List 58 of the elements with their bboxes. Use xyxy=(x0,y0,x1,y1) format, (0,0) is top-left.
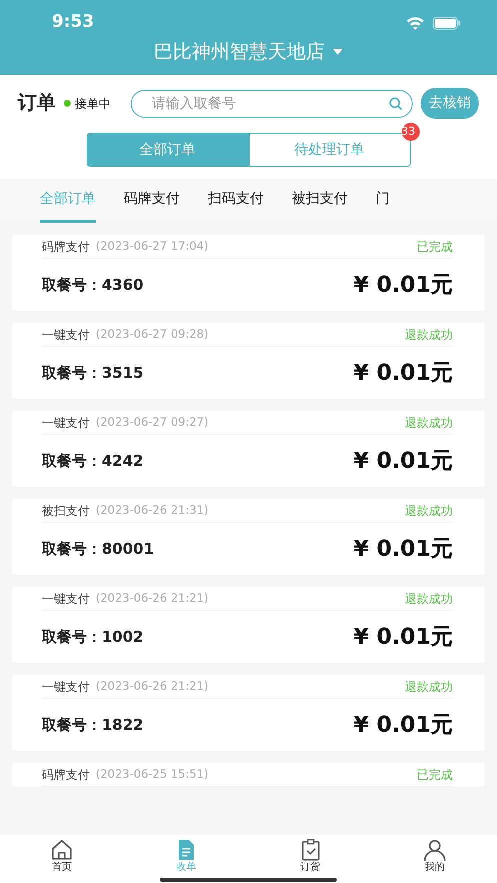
order-card[interactable]: 一键支付 (2023-06-26 21:21) 退款成功 取餐号：1002 ¥ 0.01元 xyxy=(12,587,485,663)
pickup-number: 取餐号：80001 xyxy=(42,538,154,560)
order-card[interactable]: 码牌支付 (2023-06-27 17:04) 已完成 取餐号：4360 ¥ 0.01元 xyxy=(12,235,485,311)
pickup-number: 取餐号：4242 xyxy=(42,450,144,472)
nav-item[interactable]: 首页 xyxy=(0,835,124,875)
order-time: (2023-06-27 09:27) xyxy=(96,414,209,431)
order-card[interactable]: 一键支付 (2023-06-26 21:21) 退款成功 取餐号：1822 ¥ 0.01元 xyxy=(12,675,485,751)
order-amount: ¥ 0.01元 xyxy=(354,536,453,564)
payment-method: 一键支付 xyxy=(42,414,90,432)
order-card[interactable]: 被扫支付 (2023-06-26 21:31) 退款成功 取餐号：80001 ¥ 0.01元 xyxy=(12,499,485,575)
pickup-number: 取餐号：3515 xyxy=(42,362,144,384)
order-time: (2023-06-26 21:21) xyxy=(96,678,209,695)
filter-tab[interactable]: 扫码支付 xyxy=(208,189,264,223)
order-status: 已完成 xyxy=(417,238,453,256)
order-status: 退款成功 xyxy=(405,678,453,696)
order-time: (2023-06-27 17:04) xyxy=(96,238,209,255)
order-time: (2023-06-26 21:21) xyxy=(96,590,209,607)
order-time: (2023-06-26 21:31) xyxy=(96,502,209,519)
pickup-number: 取餐号：1002 xyxy=(42,626,144,648)
filter-tab[interactable]: 门 xyxy=(376,189,390,223)
nav-item[interactable]: 我的 xyxy=(372,835,497,875)
order-time: (2023-06-25 15:51) xyxy=(96,766,209,783)
order-amount: ¥ 0.01元 xyxy=(354,624,453,652)
payment-method: 一键支付 xyxy=(42,590,90,608)
filter-tab[interactable]: 码牌支付 xyxy=(124,189,180,223)
status-label: 接单中 xyxy=(75,96,111,112)
filter-tab[interactable]: 被扫支付 xyxy=(292,189,348,223)
search-field[interactable]: 请输入取餐号 xyxy=(131,90,413,118)
order-card[interactable]: 码牌支付 (2023-06-25 15:51) 已完成 xyxy=(12,763,485,787)
payment-method: 一键支付 xyxy=(42,678,90,696)
pickup-number: 取餐号：1822 xyxy=(42,714,144,736)
order-status: 退款成功 xyxy=(405,326,453,344)
order-status: 退款成功 xyxy=(405,590,453,608)
order-card[interactable]: 一键支付 (2023-06-27 09:27) 退款成功 取餐号：4242 ¥ 0.01元 xyxy=(12,411,485,487)
order-status: 退款成功 xyxy=(405,502,453,520)
payment-method: 被扫支付 xyxy=(42,502,90,520)
nav-item[interactable]: 订货 xyxy=(248,835,373,875)
order-card[interactable]: 一键支付 (2023-06-27 09:28) 退款成功 取餐号：3515 ¥ 0.01元 xyxy=(12,323,485,399)
count-badge: 33 xyxy=(402,123,420,141)
page-title: 订单 xyxy=(18,91,56,116)
pickup-number: 取餐号：4360 xyxy=(42,274,144,296)
battery-icon xyxy=(433,16,461,30)
order-amount: ¥ 0.01元 xyxy=(354,360,453,388)
home-icon[interactable] xyxy=(50,838,74,862)
order-status: 已完成 xyxy=(417,766,453,784)
wifi-icon xyxy=(406,16,425,30)
order-status: 退款成功 xyxy=(405,414,453,432)
search-icon[interactable] xyxy=(389,96,403,110)
payment-method: 码牌支付 xyxy=(42,238,90,256)
status-time: 9:53 xyxy=(52,11,94,34)
order-time: (2023-06-27 09:28) xyxy=(96,326,209,343)
order-amount: ¥ 0.01元 xyxy=(354,712,453,740)
order-amount: ¥ 0.01元 xyxy=(354,272,453,300)
person-icon[interactable] xyxy=(422,838,447,862)
payment-method: 一键支付 xyxy=(42,326,90,344)
caret-icon[interactable] xyxy=(333,49,343,56)
order-amount: ¥ 0.01元 xyxy=(354,448,453,476)
payment-method: 码牌支付 xyxy=(42,766,90,784)
